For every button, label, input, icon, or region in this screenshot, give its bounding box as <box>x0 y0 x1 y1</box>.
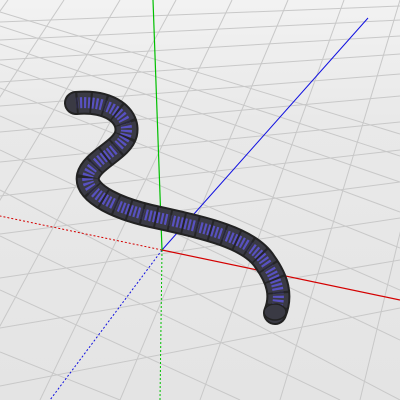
y-axis-negative <box>159 249 163 400</box>
3d-viewport[interactable] <box>0 0 400 400</box>
tube-end-cap <box>263 303 287 321</box>
z-axis-negative <box>49 249 163 400</box>
tube-body <box>66 92 289 323</box>
ground-grid <box>0 0 400 400</box>
scene-canvas[interactable] <box>0 0 400 400</box>
